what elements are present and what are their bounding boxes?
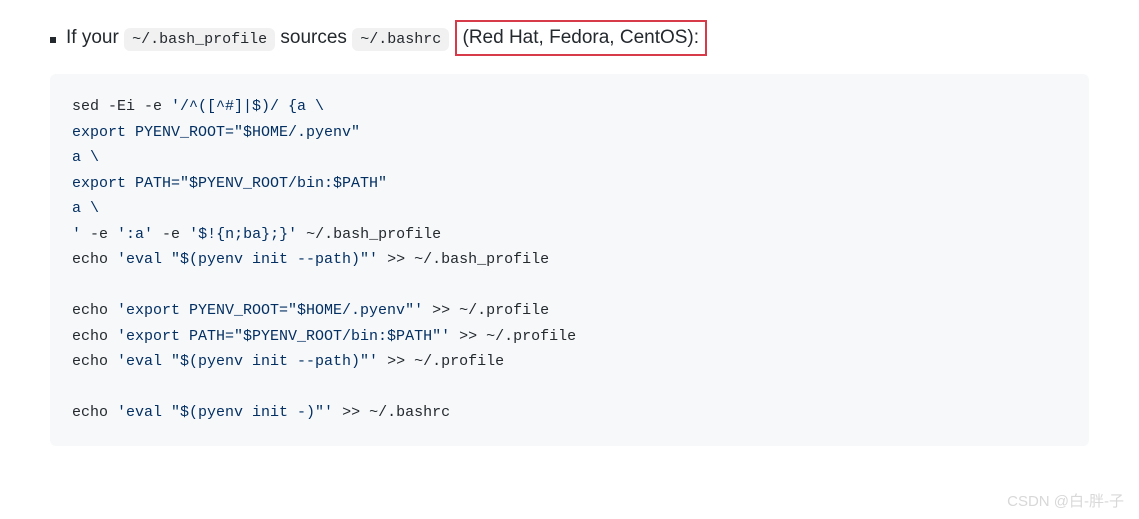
code-string: ' xyxy=(72,226,81,243)
code-string: 'eval "$(pyenv init --path)"' xyxy=(117,251,378,268)
code-text: >> ~/.profile xyxy=(450,328,576,345)
code-text: echo xyxy=(72,251,117,268)
code-string: '$!{n;ba};}' xyxy=(189,226,297,243)
code-text: >> ~/.profile xyxy=(378,353,504,370)
intro-middle: sources xyxy=(280,27,352,48)
code-text: echo xyxy=(72,328,117,345)
code-text: echo xyxy=(72,404,117,421)
watermark: CSDN @白-胖-子 xyxy=(1007,490,1124,511)
code-text: echo xyxy=(72,353,117,370)
code-text: sed -Ei -e xyxy=(72,98,171,115)
code-block: sed -Ei -e '/^([^#]|$)/ {a \ export PYEN… xyxy=(50,74,1089,446)
code-string: ':a' xyxy=(117,226,153,243)
inline-code-bashrc: ~/.bashrc xyxy=(352,28,449,51)
code-text: >> ~/.bash_profile xyxy=(378,251,549,268)
intro-list-item: If your ~/.bash_profile sources ~/.bashr… xyxy=(50,20,1089,56)
code-string: 'export PYENV_ROOT="$HOME/.pyenv"' xyxy=(117,302,423,319)
code-text: >> ~/.profile xyxy=(423,302,549,319)
code-string: a \ xyxy=(72,200,99,217)
intro-prefix: If your xyxy=(66,27,124,48)
distro-highlight: (Red Hat, Fedora, CentOS): xyxy=(455,20,708,56)
code-string: export PYENV_ROOT="$HOME/.pyenv" xyxy=(72,124,360,141)
code-text: -e xyxy=(153,226,189,243)
code-string: export PATH="$PYENV_ROOT/bin:$PATH" xyxy=(72,175,387,192)
code-text: ~/.bash_profile xyxy=(297,226,441,243)
code-text: >> ~/.bashrc xyxy=(333,404,450,421)
code-text: -e xyxy=(81,226,117,243)
code-string: 'export PATH="$PYENV_ROOT/bin:$PATH"' xyxy=(117,328,450,345)
intro-text: If your ~/.bash_profile sources ~/.bashr… xyxy=(66,20,707,56)
code-text: echo xyxy=(72,302,117,319)
inline-code-bash-profile: ~/.bash_profile xyxy=(124,28,275,51)
code-string: a \ xyxy=(72,149,99,166)
code-string: 'eval "$(pyenv init --path)"' xyxy=(117,353,378,370)
bullet-icon xyxy=(50,37,56,43)
code-string: 'eval "$(pyenv init -)"' xyxy=(117,404,333,421)
code-string: '/^([^#]|$)/ {a \ xyxy=(171,98,324,115)
